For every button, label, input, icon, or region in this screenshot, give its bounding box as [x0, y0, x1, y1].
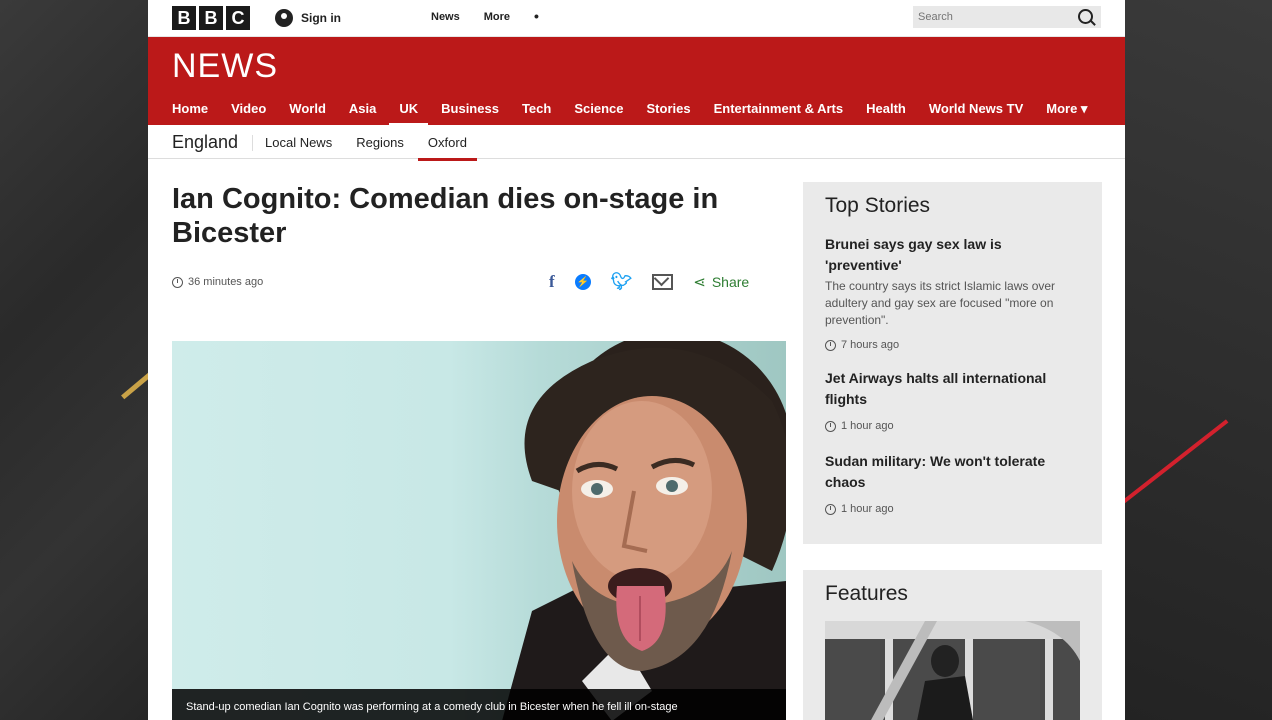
messenger-icon[interactable]: ⚡: [574, 274, 591, 290]
share-button[interactable]: ⋖ Share: [693, 273, 749, 291]
top-story-headline[interactable]: Jet Airways halts all international flig…: [825, 368, 1075, 410]
feature-image[interactable]: [825, 621, 1080, 720]
nav-stories[interactable]: Stories: [647, 101, 691, 123]
nav-home[interactable]: Home: [172, 101, 208, 123]
top-stories-panel: Top Stories Brunei says gay sex law is '…: [803, 182, 1102, 544]
sub-nav-links: Local News Regions Oxford: [252, 135, 477, 161]
nav-world-news-tv[interactable]: World News TV: [929, 101, 1023, 123]
nav-video[interactable]: Video: [231, 101, 266, 123]
nav-health[interactable]: Health: [866, 101, 906, 123]
top-story-item[interactable]: Brunei says gay sex law is 'preventive' …: [825, 234, 1075, 351]
twitter-icon[interactable]: 🐦︎: [611, 272, 633, 292]
article-hero-image: Stand-up comedian Ian Cognito was perfor…: [172, 341, 786, 720]
sub-nav-local-news-label: Local News: [265, 135, 333, 150]
top-nav-dot: •: [534, 8, 539, 24]
image-caption: Stand-up comedian Ian Cognito was perfor…: [172, 689, 786, 720]
article-timestamp: 36 minutes ago: [188, 276, 264, 288]
top-story-time-label: 7 hours ago: [841, 339, 900, 351]
facebook-icon[interactable]: f: [549, 272, 555, 292]
top-story-summary: The country says its strict Islamic laws…: [825, 279, 1056, 327]
top-story-time-label: 1 hour ago: [841, 420, 894, 432]
features-title: Features: [825, 582, 908, 605]
feature-photo: [825, 621, 1080, 720]
top-story-time: 1 hour ago: [825, 503, 1075, 515]
comedian-photo: [502, 341, 786, 720]
top-nav-news[interactable]: News: [431, 11, 460, 23]
sign-in-label: Sign in: [301, 11, 341, 25]
top-story-item[interactable]: Sudan military: We won't tolerate chaos …: [825, 451, 1075, 515]
sub-nav-separator: [252, 135, 253, 151]
nav-entertainment-arts[interactable]: Entertainment & Arts: [714, 101, 844, 123]
top-story-time-label: 1 hour ago: [841, 503, 894, 515]
news-logo[interactable]: NEWS: [172, 47, 278, 86]
search-icon[interactable]: [1078, 9, 1093, 24]
article-headline: Ian Cognito: Comedian dies on-stage in B…: [172, 183, 719, 249]
logo-letter-c: C: [226, 6, 250, 30]
main-nav: Home Video World Asia UK Business Tech S…: [172, 101, 1087, 127]
top-bar: B B C Sign in News More •: [148, 0, 1125, 37]
nav-tech[interactable]: Tech: [522, 101, 551, 123]
news-header: NEWS Home Video World Asia UK Business T…: [148, 37, 1125, 127]
top-nav-more[interactable]: More: [484, 11, 510, 23]
nav-business[interactable]: Business: [441, 101, 499, 123]
sub-nav-local-news[interactable]: Local News: [252, 135, 333, 151]
bbc-logo[interactable]: B B C: [172, 6, 250, 30]
nav-science[interactable]: Science: [574, 101, 623, 123]
logo-letter-b1: B: [172, 6, 196, 30]
top-stories-title: Top Stories: [825, 194, 931, 217]
clock-icon: [825, 503, 836, 515]
top-story-headline[interactable]: Brunei says gay sex law is 'preventive': [825, 234, 1075, 276]
logo-letter-b2: B: [199, 6, 223, 30]
top-story-item[interactable]: Jet Airways halts all international flig…: [825, 368, 1075, 432]
user-icon: [275, 9, 293, 27]
nav-uk[interactable]: UK: [389, 101, 428, 127]
top-story-time: 1 hour ago: [825, 420, 1075, 432]
sub-nav: England Local News Regions Oxford: [148, 125, 1125, 161]
share-label: Share: [711, 274, 750, 290]
features-panel: Features: [803, 570, 1102, 720]
share-icon: ⋖: [693, 274, 706, 291]
nav-world[interactable]: World: [289, 101, 326, 123]
search-box: [913, 6, 1101, 28]
top-story-time: 7 hours ago: [825, 339, 1075, 351]
background-right: [1125, 0, 1272, 720]
top-nav: News More •: [431, 8, 539, 24]
background-left: [0, 0, 148, 720]
webpage: B B C Sign in News More • NEWS Home Vide…: [148, 0, 1125, 720]
clock-icon: [825, 339, 836, 351]
sub-nav-regions[interactable]: Regions: [356, 135, 404, 150]
email-icon[interactable]: [652, 274, 674, 290]
sub-nav-region[interactable]: England: [172, 132, 238, 153]
sub-nav-oxford[interactable]: Oxford: [417, 135, 477, 161]
sign-in-button[interactable]: Sign in: [275, 9, 341, 27]
nav-more[interactable]: More ▾: [1046, 101, 1087, 123]
top-story-headline[interactable]: Sudan military: We won't tolerate chaos: [825, 451, 1075, 493]
clock-icon: [172, 276, 183, 288]
search-input[interactable]: [913, 10, 1070, 24]
nav-asia[interactable]: Asia: [349, 101, 376, 123]
article-meta: 36 minutes ago: [172, 276, 263, 288]
share-bar: f ⚡ 🐦︎ ⋖ Share: [549, 272, 749, 292]
clock-icon: [825, 420, 836, 432]
